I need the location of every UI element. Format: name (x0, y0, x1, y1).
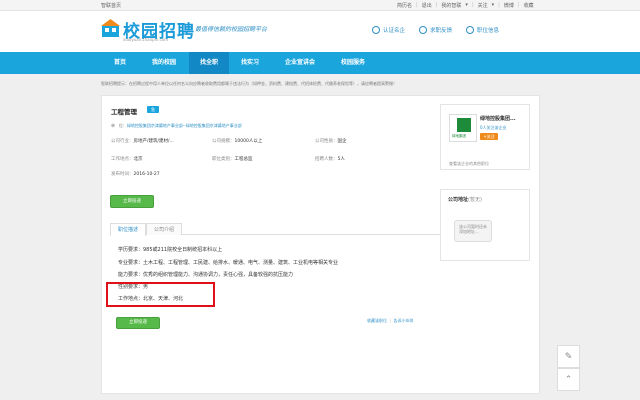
nature-label: 公司性质： (315, 139, 338, 144)
category-label: 职位类别： (212, 157, 235, 162)
apply-button-bottom[interactable]: 立即投递 (116, 317, 160, 329)
address-title-note: (暂无) (468, 197, 482, 203)
certified-icon (372, 26, 380, 34)
company-name[interactable]: 绿地控股集团... (480, 115, 516, 122)
category-value: 工程总监 (234, 157, 253, 162)
save-job-link[interactable]: 收藏该职位 (367, 318, 387, 323)
industry-value: 房地产/建筑/建材/... (133, 139, 174, 144)
nav-career-talks[interactable]: 企业宣讲会 (271, 52, 329, 74)
info-row-publish: 发布时间：2016-10-27 (111, 171, 160, 177)
separator: | (416, 2, 418, 8)
apply-button-top[interactable]: 立即投递 (110, 195, 154, 208)
chevron-down-icon[interactable]: ▾ (492, 2, 495, 9)
size-label: 公司规模： (212, 139, 235, 144)
job-info-label: 职位信息 (477, 28, 500, 34)
company-address-card: 公司地址(暂无) 该公司暂时还未添加地址... (440, 189, 530, 261)
bookmark-link[interactable]: 收藏 (524, 2, 534, 9)
separator: | (517, 2, 520, 8)
nav-home[interactable]: 首页 (101, 52, 139, 74)
tab-job-description[interactable]: 职位描述 (110, 223, 146, 236)
desc-major: 专业要求：土木工程、工程管理、工民建、给排水、暖通、电气、测量、建筑、工业机电等… (118, 260, 339, 266)
feedback-label: 求职反馈 (430, 28, 453, 34)
address-title-text: 公司地址 (448, 197, 469, 203)
top-bar: 智联首页 简历名 | 退出 | 我的智联 ▾ | 关注 ▾ | 微博 | 收藏 (0, 0, 640, 11)
logout-link[interactable]: 退出 (422, 2, 432, 9)
industry-label: 公司行业： (111, 139, 134, 144)
urgent-badge: 急 (147, 106, 159, 113)
publish-value: 2016-10-27 (133, 172, 160, 177)
separator: | (435, 2, 438, 8)
nature-value: 国企 (337, 139, 347, 144)
separator: | (498, 2, 500, 8)
headcount-value: 5人 (337, 157, 345, 162)
chevron-down-icon[interactable]: ▾ (465, 2, 468, 9)
size-value: 10000人以上 (234, 139, 263, 144)
desc-education: 学历要求：985或211院校全日制统招本科以上 (118, 247, 223, 253)
desc-ability: 能力要求：优秀的组织管理能力、沟通协调力，责任心强，具备较强的抗压能力 (118, 272, 294, 278)
feedback-icon (419, 26, 428, 34)
headcount-label: 招聘人数： (315, 157, 338, 162)
chevron-up-icon[interactable]: ⌃ (557, 368, 580, 391)
weibo-link[interactable]: 微博 (504, 2, 514, 9)
address-title: 公司地址(暂无) (448, 196, 482, 203)
share-link[interactable]: 告诉小伙伴 (393, 318, 413, 323)
nav-my-campus[interactable]: 我的校园 (139, 52, 189, 74)
follow-button[interactable]: +关注 (480, 133, 498, 140)
address-empty-bubble: 该公司暂时还未添加地址... (454, 220, 492, 242)
username-link[interactable]: 简历名 (397, 2, 412, 9)
company-link[interactable]: 绿地控股集团京津冀地产事业部--绿地控股集团京津冀地产事业部 (127, 123, 242, 128)
site-header: 校园招聘 xiaoyuan.zhaopin.com 最值得信赖的校园招聘平台 认… (0, 11, 640, 52)
other-jobs-link[interactable]: 查看该企业的其他职位 (449, 161, 489, 167)
pencil-icon[interactable]: ✎ (557, 345, 580, 368)
location-label: 工作地点： (111, 157, 134, 162)
logo-icon[interactable] (101, 19, 120, 38)
fraud-notice: 智联招聘提示：在招聘过程中用人单位以任何名义向应聘者收取费用都属于违法行为（如押… (101, 81, 397, 86)
logo-subtitle: xiaoyuan.zhaopin.com (123, 37, 169, 42)
feedback-link[interactable]: 求职反馈 (419, 26, 452, 34)
company-breadcrumb: 单 位：绿地控股集团京津冀地产事业部--绿地控股集团京津冀地产事业部 (111, 123, 242, 129)
certified-companies-link[interactable]: 认证名企 (372, 26, 405, 34)
company-logo[interactable]: 绿地集团 (449, 114, 477, 142)
greenland-logo-icon (457, 118, 471, 132)
certified-label: 认证名企 (383, 28, 406, 34)
publish-label: 发布时间： (111, 172, 134, 177)
main-nav: 首页 我的校园 找全职 找实习 企业宣讲会 校园服务 (0, 52, 640, 74)
slogan: 最值得信赖的校园招聘平台 (195, 26, 268, 33)
nav-campus-services[interactable]: 校园服务 (329, 52, 377, 74)
crumb-label: 单 (111, 123, 115, 128)
my-zhaopin-link[interactable]: 我的智联 (441, 2, 461, 9)
crumb-sep: 位： (118, 123, 127, 128)
detail-tabs: 职位描述 公司介绍 (110, 223, 440, 236)
highlight-box (106, 282, 215, 307)
tab-company-intro[interactable]: 公司介绍 (146, 223, 182, 235)
job-info-link[interactable]: 职位信息 (466, 26, 499, 34)
company-followers: 0人关注该企业 (480, 125, 507, 130)
nav-full-time[interactable]: 找全职 (189, 52, 229, 74)
company-card: 绿地集团 绿地控股集团... 0人关注该企业 +关注 查看该企业的其他职位 (440, 104, 530, 170)
separator: | (471, 2, 474, 8)
separator: | (388, 318, 393, 323)
zhaopin-home-link[interactable]: 智联首页 (101, 2, 121, 9)
follow-link[interactable]: 关注 (478, 2, 488, 9)
nav-internship[interactable]: 找实习 (229, 52, 271, 74)
company-logo-text: 绿地集团 (452, 134, 466, 138)
job-info-icon (466, 26, 475, 34)
job-title: 工程管理 (111, 108, 137, 116)
header-links: 认证名企 求职反馈 职位信息 (372, 26, 499, 34)
top-bar-links: 简历名 | 退出 | 我的智联 ▾ | 关注 ▾ | 微博 | 收藏 (397, 2, 534, 9)
location-value: 北京 (133, 157, 143, 162)
bottom-links: 收藏该职位 | 告诉小伙伴 (367, 318, 413, 324)
